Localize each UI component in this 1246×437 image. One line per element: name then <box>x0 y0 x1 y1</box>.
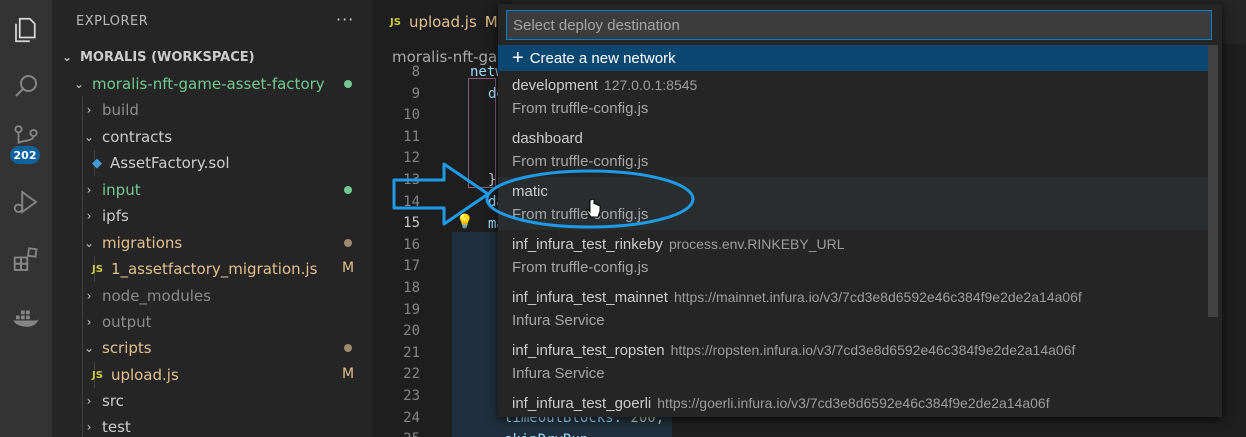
tree-item-folder[interactable]: › node_modules <box>52 283 372 309</box>
deploy-destination-input[interactable] <box>506 10 1212 40</box>
chevron-right-icon: › <box>86 289 92 303</box>
tree-item-folder[interactable]: ⌄ migrations <box>52 230 372 256</box>
js-file-icon: JS <box>390 16 401 28</box>
tree-item-folder[interactable]: › test <box>52 414 372 437</box>
hand-cursor-icon <box>586 198 601 218</box>
tree-item-file[interactable]: JS upload.js M <box>52 362 372 388</box>
annotation-arrow-icon <box>392 162 490 226</box>
tree-item-folder[interactable]: ⌄ scripts <box>52 335 372 361</box>
chevron-down-icon: ⌄ <box>83 130 95 144</box>
chevron-right-icon: › <box>86 209 92 223</box>
tree-item-folder[interactable]: › ipfs <box>52 203 372 229</box>
network-option[interactable]: inf_infura_test_ropsten https://ropsten.i… <box>498 336 1208 389</box>
line-number: 9 <box>411 85 420 102</box>
chevron-down-icon: ⌄ <box>83 236 95 250</box>
line-number: 22 <box>403 366 420 383</box>
search-icon[interactable] <box>6 66 46 106</box>
tree-item-folder[interactable]: ⌄ contracts <box>52 124 372 150</box>
solidity-file-icon: ◆ <box>92 155 102 171</box>
line-number: 18 <box>403 280 420 296</box>
network-option[interactable]: inf_infura_test_rinkeby process.env.RINKE… <box>498 230 1208 283</box>
chevron-down-icon: ⌄ <box>73 77 85 91</box>
chevron-right-icon: › <box>86 103 92 117</box>
extensions-icon[interactable] <box>6 240 46 280</box>
line-number: 16 <box>403 236 420 253</box>
modified-marker: M <box>342 366 355 382</box>
chevron-right-icon: › <box>86 315 92 329</box>
git-status-dot <box>344 186 352 194</box>
modified-marker: M <box>484 13 498 31</box>
git-status-dot <box>344 80 352 88</box>
more-actions-icon[interactable]: ··· <box>336 10 354 29</box>
workspace-header[interactable]: ⌄ MORALIS (WORKSPACE) <box>52 44 372 70</box>
explorer-title: EXPLORER <box>76 14 149 29</box>
line-number: 11 <box>403 128 420 145</box>
chevron-down-icon: ⌄ <box>61 50 73 64</box>
line-number: 24 <box>403 409 420 426</box>
line-number: 8 <box>411 64 420 80</box>
explorer-icon[interactable] <box>6 10 46 50</box>
docker-icon[interactable] <box>6 298 46 338</box>
tree-item-folder[interactable]: › input <box>52 177 372 203</box>
network-option[interactable]: inf_infura_test_mainnet https://mainnet.i… <box>498 283 1208 336</box>
js-file-icon: JS <box>92 263 103 275</box>
scm-badge: 202 <box>10 146 40 164</box>
tree-item-root-folder[interactable]: ⌄ moralis-nft-game-asset-factory <box>52 71 372 97</box>
git-status-dot <box>344 344 352 352</box>
run-debug-icon[interactable] <box>6 182 46 222</box>
network-option[interactable]: inf_infura_test_goerli https://goerli.inf… <box>498 389 1208 417</box>
chevron-down-icon: ⌄ <box>83 341 95 355</box>
tree-item-folder[interactable]: › build <box>52 97 372 123</box>
line-number: 23 <box>403 388 420 404</box>
line-number: 20 <box>403 323 420 340</box>
tab-upload-js[interactable]: JS upload.js M <box>372 0 512 44</box>
scrollbar-thumb[interactable] <box>1208 45 1218 317</box>
line-number: 17 <box>403 258 420 275</box>
line-number: 25 <box>372 431 420 437</box>
tree-item-file[interactable]: JS 1_assetfactory_migration.js M <box>52 256 372 282</box>
explorer-sidebar: EXPLORER ··· ⌄ MORALIS (WORKSPACE) ⌄ mor… <box>52 0 372 437</box>
tree-item-file[interactable]: ◆ AssetFactory.sol <box>52 150 372 176</box>
tree-item-folder[interactable]: › src <box>52 388 372 414</box>
chevron-right-icon: › <box>86 183 92 197</box>
network-option[interactable]: development 127.0.0.1:8545 From truffle-c… <box>498 71 1208 124</box>
plus-icon: + <box>512 47 524 69</box>
git-status-dot <box>344 239 352 247</box>
create-network-option[interactable]: + Create a new network <box>498 45 1208 71</box>
line-number: 19 <box>403 301 420 318</box>
chevron-right-icon: › <box>86 394 92 408</box>
activity-bar: 202 <box>0 0 52 437</box>
code-line[interactable]: skipDryRun <box>504 432 588 437</box>
js-file-icon: JS <box>92 369 103 381</box>
tree-item-folder[interactable]: › output <box>52 309 372 335</box>
modified-marker: M <box>342 260 355 276</box>
line-number: 10 <box>403 107 420 124</box>
line-number: 21 <box>403 344 420 361</box>
chevron-right-icon: › <box>86 420 92 434</box>
